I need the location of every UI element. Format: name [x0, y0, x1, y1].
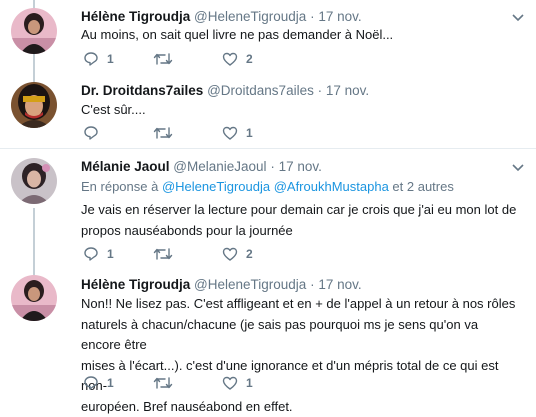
thread-line [33, 267, 35, 275]
retweet-icon [153, 51, 173, 67]
tweet-text: C'est sûr.... [81, 100, 521, 121]
retweet-icon [153, 246, 173, 262]
like-button[interactable]: 2 [222, 245, 253, 263]
reply-prefix: En réponse à [81, 179, 158, 194]
timestamp[interactable]: · 17 nov. [270, 159, 322, 174]
retweet-icon [153, 375, 173, 391]
author-handle[interactable]: @MelanieJaoul [173, 159, 266, 174]
thread-line [33, 54, 35, 77]
timestamp[interactable]: · 17 nov. [310, 277, 362, 292]
retweet-button[interactable] [153, 245, 181, 263]
tweet-text-line: propos nauséabonds pour la journée [81, 221, 521, 242]
reply-count: 1 [107, 376, 114, 390]
reply-mention[interactable]: @HeleneTigroudja [162, 179, 270, 194]
tweet-text-line: mises à l'écart...). c'est d'une ignoran… [81, 356, 521, 397]
like-icon [222, 246, 238, 262]
like-icon [222, 125, 238, 141]
reply-button[interactable]: 1 [83, 245, 114, 263]
timestamp[interactable]: · 17 nov. [318, 83, 370, 98]
reply-button[interactable] [83, 124, 107, 142]
thread-line [33, 208, 35, 267]
author-name[interactable]: Mélanie Jaoul [81, 159, 170, 174]
reply-icon [83, 375, 99, 391]
retweet-button[interactable] [153, 50, 181, 68]
tweet-text: Au moins, on sait quel livre ne pas dema… [81, 25, 521, 46]
reply-mention[interactable]: @AfroukhMustapha [274, 179, 389, 194]
retweet-icon [153, 125, 173, 141]
chevron-down-icon[interactable] [512, 164, 524, 172]
author-handle[interactable]: @Droitdans7ailes [207, 83, 314, 98]
tweet-text: Je vais en réserver la lecture pour dema… [81, 200, 521, 241]
avatar[interactable] [11, 275, 57, 321]
timestamp[interactable]: · 17 nov. [310, 9, 362, 24]
author-name[interactable]: Dr. Droitdans7ailes [81, 83, 203, 98]
like-icon [222, 375, 238, 391]
like-count: 2 [246, 247, 253, 261]
reply-context: En réponse à @HeleneTigroudja @AfroukhMu… [81, 178, 454, 196]
retweet-button[interactable] [153, 374, 181, 392]
reply-icon [83, 246, 99, 262]
tweet-header: Hélène Tigroudja @HeleneTigroudja · 17 n… [81, 8, 362, 26]
reply-icon [83, 51, 99, 67]
avatar[interactable] [11, 82, 57, 128]
retweet-button[interactable] [153, 124, 181, 142]
tweet-header: Dr. Droitdans7ailes @Droitdans7ailes · 1… [81, 82, 369, 100]
tweet[interactable]: Mélanie Jaoul @MelanieJaoul · 17 nov. En… [0, 149, 536, 267]
tweet[interactable]: Hélène Tigroudja @HeleneTigroudja · 17 n… [0, 0, 536, 77]
like-count: 1 [246, 376, 253, 390]
tweet-header: Hélène Tigroudja @HeleneTigroudja · 17 n… [81, 276, 362, 294]
like-count: 2 [246, 52, 253, 66]
tweet[interactable]: Hélène Tigroudja @HeleneTigroudja · 17 n… [0, 267, 536, 407]
reply-button[interactable]: 1 [83, 374, 114, 392]
reply-suffix[interactable]: et 2 autres [392, 179, 453, 194]
avatar[interactable] [11, 158, 57, 204]
tweet-text-line: Je vais en réserver la lecture pour dema… [81, 200, 521, 221]
like-count: 1 [246, 126, 253, 140]
tweet-text: Non!! Ne lisez pas. C'est affligeant et … [81, 294, 521, 417]
avatar[interactable] [11, 8, 57, 54]
author-name[interactable]: Hélène Tigroudja [81, 277, 190, 292]
like-button[interactable]: 1 [222, 374, 253, 392]
tweet-text-line: Non!! Ne lisez pas. C'est affligeant et … [81, 294, 521, 315]
reply-button[interactable]: 1 [83, 50, 114, 68]
reply-count: 1 [107, 247, 114, 261]
like-icon [222, 51, 238, 67]
tweet-header: Mélanie Jaoul @MelanieJaoul · 17 nov. [81, 158, 322, 176]
author-handle[interactable]: @HeleneTigroudja [194, 277, 306, 292]
like-button[interactable]: 2 [222, 50, 253, 68]
reply-icon [83, 125, 99, 141]
tweet-text-line: naturels à chacun/chacune (je sais pas p… [81, 315, 521, 356]
author-handle[interactable]: @HeleneTigroudja [194, 9, 306, 24]
reply-count: 1 [107, 52, 114, 66]
chevron-down-icon[interactable] [512, 14, 524, 22]
like-button[interactable]: 1 [222, 124, 253, 142]
author-name[interactable]: Hélène Tigroudja [81, 9, 190, 24]
tweet[interactable]: Dr. Droitdans7ailes @Droitdans7ailes · 1… [0, 77, 536, 147]
